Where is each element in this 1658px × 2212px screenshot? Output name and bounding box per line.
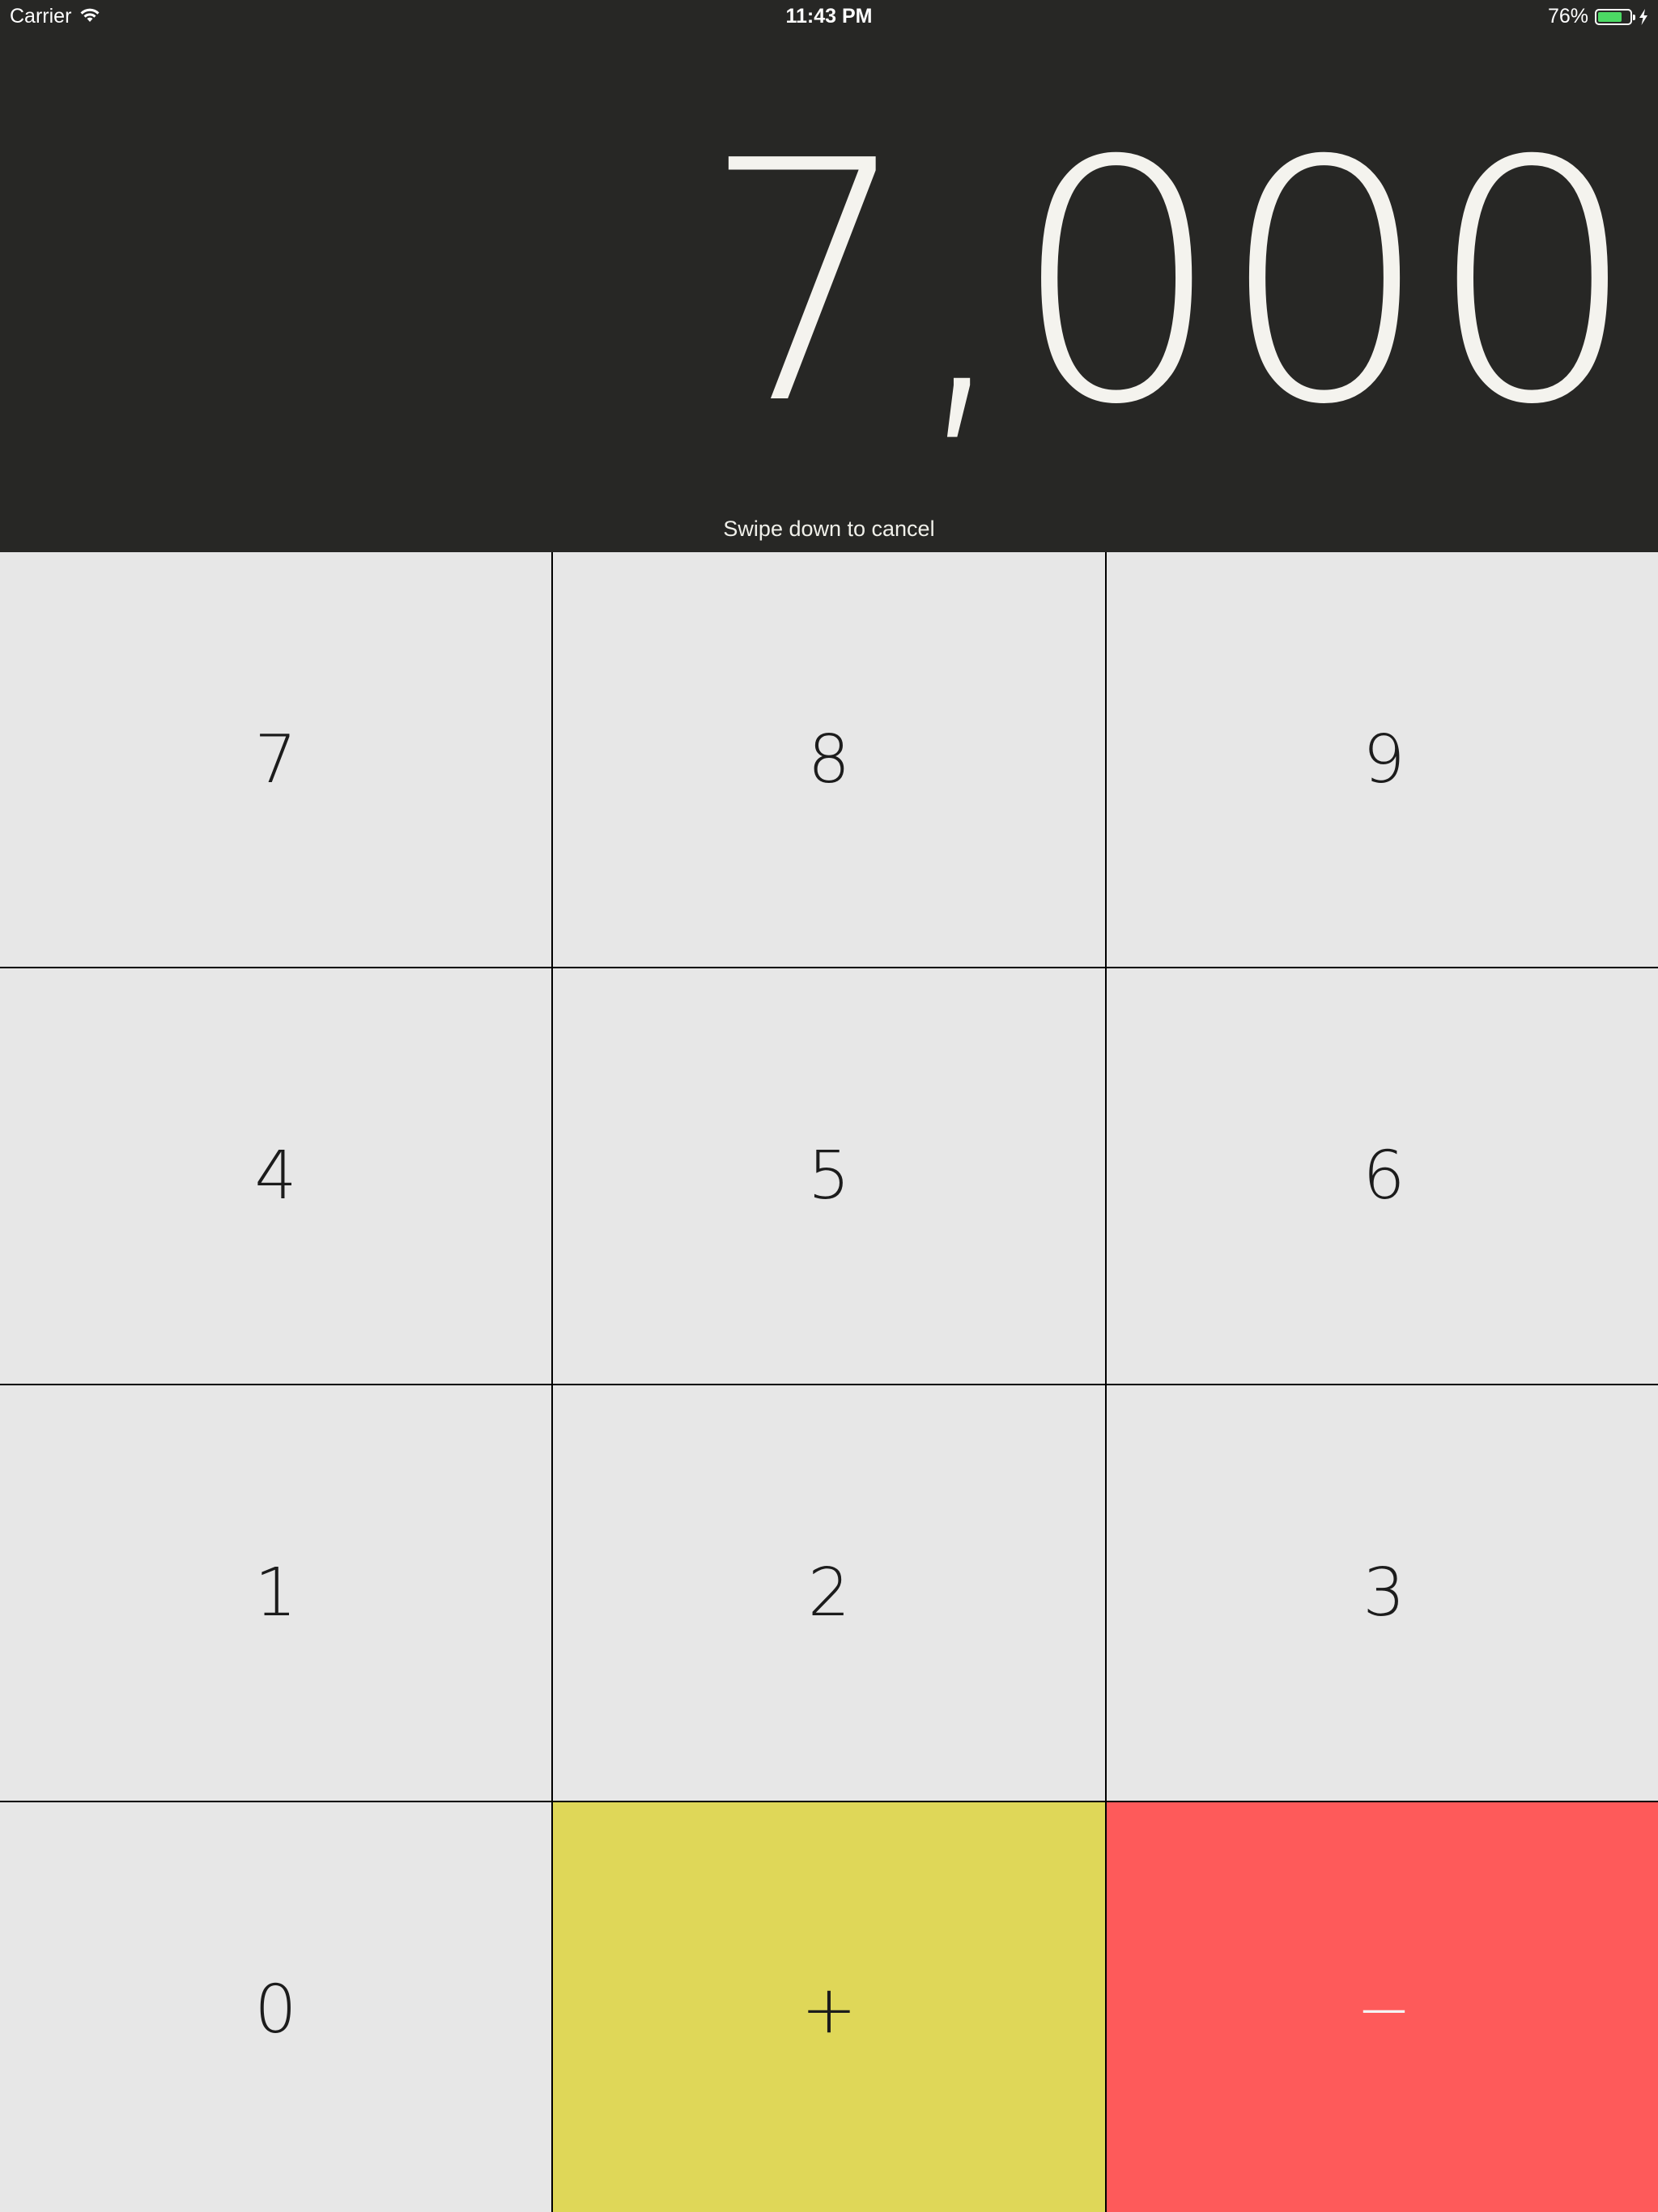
key-9[interactable]: 9 <box>1107 552 1658 967</box>
plus-button[interactable]: + <box>553 1802 1105 2212</box>
display-value: 7,000 <box>701 90 1639 477</box>
key-4[interactable]: 4 <box>0 968 551 1384</box>
battery-percent: 76% <box>1547 5 1588 28</box>
key-0[interactable]: 0 <box>0 1802 551 2212</box>
calculator-display[interactable]: 7,000 Swipe down to cancel <box>0 32 1658 552</box>
swipe-hint: Swipe down to cancel <box>723 517 935 541</box>
key-6[interactable]: 6 <box>1107 968 1658 1384</box>
bolt-icon <box>1639 8 1648 25</box>
minus-button[interactable]: − <box>1107 1802 1658 2212</box>
battery-icon <box>1595 8 1635 25</box>
status-time: 11:43 PM <box>785 5 873 28</box>
status-right: 76% <box>1548 5 1648 28</box>
key-7[interactable]: 7 <box>0 552 551 967</box>
battery-level-fill <box>1598 11 1622 22</box>
key-2[interactable]: 2 <box>553 1385 1105 1801</box>
status-bar: Carrier 11:43 PM 76% <box>0 0 1658 32</box>
calculator-screen: Carrier 11:43 PM 76% 7,000 Swipe down to… <box>0 0 1658 2212</box>
key-8[interactable]: 8 <box>553 552 1105 967</box>
key-1[interactable]: 1 <box>0 1385 551 1801</box>
key-5[interactable]: 5 <box>553 968 1105 1384</box>
keypad: 7 8 9 4 5 6 1 2 3 0 + − <box>0 552 1658 2212</box>
key-3[interactable]: 3 <box>1107 1385 1658 1801</box>
